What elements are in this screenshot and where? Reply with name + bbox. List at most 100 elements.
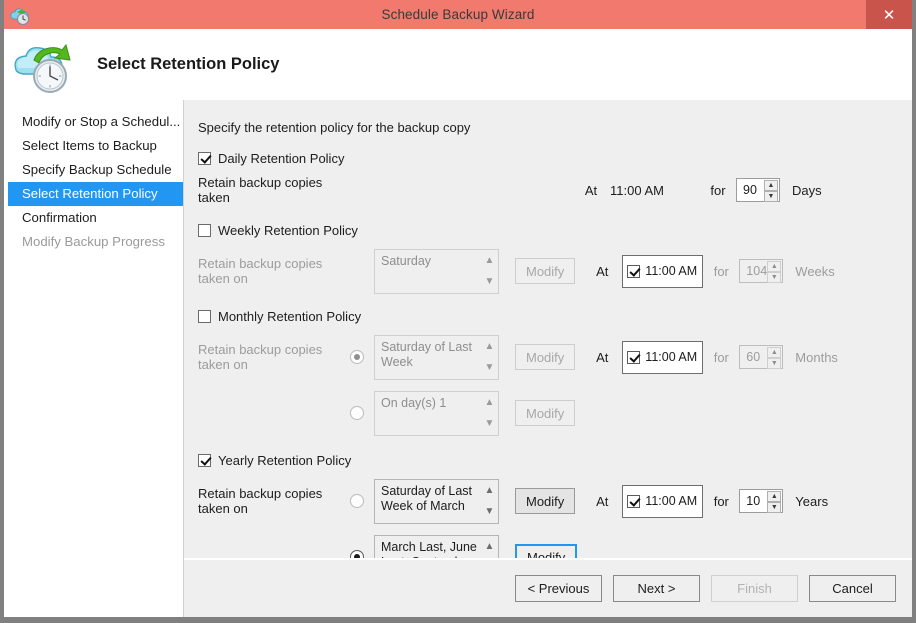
chevron-down-icon[interactable]: ▼ bbox=[485, 416, 495, 432]
yearly-unit-label: Years bbox=[795, 494, 828, 509]
form-instruction: Specify the retention policy for the bac… bbox=[198, 120, 898, 135]
monthly-retention-policy-label: Monthly Retention Policy bbox=[218, 309, 361, 324]
daily-duration-value: 90 bbox=[737, 183, 757, 197]
monthly-for-label: for bbox=[703, 350, 739, 365]
monthly-duration-value: 60 bbox=[740, 350, 760, 364]
monthly-retention-day-row: On day(s) 1 ▲ ▼ Modify bbox=[198, 387, 898, 439]
monthly-week-value: Saturday of Last Week bbox=[381, 340, 472, 370]
chevron-up-icon[interactable]: ▲ bbox=[485, 339, 495, 355]
weekly-duration-value: 104 bbox=[740, 264, 767, 278]
monthly-week-listbox[interactable]: Saturday of Last Week ▲ ▼ bbox=[374, 335, 499, 380]
yearly-duration-up-arrow[interactable]: ▲ bbox=[767, 491, 781, 502]
monthly-day-listbox[interactable]: On day(s) 1 ▲ ▼ bbox=[374, 391, 499, 436]
yearly-for-label: for bbox=[703, 494, 739, 509]
chevron-down-icon[interactable]: ▼ bbox=[485, 504, 495, 520]
page-header: Select Retention Policy bbox=[4, 29, 912, 100]
yearly-retention-policy-label: Yearly Retention Policy bbox=[218, 453, 351, 468]
page-title: Select Retention Policy bbox=[97, 55, 279, 74]
monthly-day-listbox-scrollbar[interactable]: ▲ ▼ bbox=[481, 392, 498, 435]
daily-time-value: 11:00 AM bbox=[604, 183, 700, 198]
monthly-week-radio[interactable] bbox=[350, 350, 364, 364]
daily-at-label: At bbox=[578, 183, 604, 198]
chevron-up-icon[interactable]: ▲ bbox=[485, 253, 495, 269]
close-button[interactable]: ✕ bbox=[866, 0, 912, 29]
monthly-day-value: On day(s) 1 bbox=[381, 396, 446, 410]
chevron-down-icon[interactable]: ▼ bbox=[485, 360, 495, 376]
yearly-week-listbox-scrollbar[interactable]: ▲ ▼ bbox=[481, 480, 498, 523]
weekly-day-listbox[interactable]: Saturday ▲ ▼ bbox=[374, 249, 499, 294]
yearly-week-listbox[interactable]: Saturday of Last Week of March ▲ ▼ bbox=[374, 479, 499, 524]
monthly-week-modify-button: Modify bbox=[515, 344, 575, 370]
monthly-time-checkbox[interactable] bbox=[627, 351, 640, 364]
chevron-up-icon[interactable]: ▲ bbox=[485, 539, 495, 555]
daily-duration-down-arrow[interactable]: ▼ bbox=[764, 191, 778, 202]
weekly-time-checkbox[interactable] bbox=[627, 265, 640, 278]
monthly-duration-arrows[interactable]: ▲ ▼ bbox=[767, 347, 781, 367]
weekly-listbox-scrollbar[interactable]: ▲ ▼ bbox=[481, 250, 498, 293]
previous-button[interactable]: < Previous bbox=[515, 575, 602, 602]
sidebar-item-modify-or-stop[interactable]: Modify or Stop a Schedul... bbox=[8, 110, 183, 134]
daily-duration-stepper[interactable]: 90 ▲ ▼ bbox=[736, 178, 780, 202]
weekly-duration-arrows[interactable]: ▲ ▼ bbox=[767, 261, 781, 281]
monthly-week-listbox-scrollbar[interactable]: ▲ ▼ bbox=[481, 336, 498, 379]
sidebar-item-specify-schedule[interactable]: Specify Backup Schedule bbox=[8, 158, 183, 182]
sidebar-item-modify-backup-progress: Modify Backup Progress bbox=[8, 230, 183, 254]
content-panel: Specify the retention policy for the bac… bbox=[183, 100, 912, 617]
yearly-duration-down-arrow[interactable]: ▼ bbox=[767, 502, 781, 513]
retention-policy-form: Specify the retention policy for the bac… bbox=[184, 100, 912, 558]
chevron-up-icon[interactable]: ▲ bbox=[485, 483, 495, 499]
yearly-time-value: 11:00 AM bbox=[645, 494, 697, 508]
yearly-week-radio[interactable] bbox=[350, 494, 364, 508]
daily-duration-up-arrow[interactable]: ▲ bbox=[764, 180, 778, 191]
sidebar-item-select-items[interactable]: Select Items to Backup bbox=[8, 134, 183, 158]
weekly-duration-stepper[interactable]: 104 ▲ ▼ bbox=[739, 259, 783, 283]
daily-unit-label: Days bbox=[792, 183, 822, 198]
weekly-duration-up-arrow[interactable]: ▲ bbox=[767, 261, 781, 272]
next-button[interactable]: Next > bbox=[613, 575, 700, 602]
yearly-week-modify-button[interactable]: Modify bbox=[515, 488, 575, 514]
sidebar-item-confirmation[interactable]: Confirmation bbox=[8, 206, 183, 230]
monthly-duration-down-arrow[interactable]: ▼ bbox=[767, 358, 781, 369]
weekly-at-label: At bbox=[589, 264, 615, 279]
monthly-time-value: 11:00 AM bbox=[645, 350, 697, 364]
weekly-retention-policy-header[interactable]: Weekly Retention Policy bbox=[198, 221, 898, 239]
weekly-duration-down-arrow[interactable]: ▼ bbox=[767, 272, 781, 283]
chevron-up-icon[interactable]: ▲ bbox=[485, 395, 495, 411]
yearly-retention-policy-checkbox[interactable] bbox=[198, 454, 211, 467]
yearly-retention-policy-header[interactable]: Yearly Retention Policy bbox=[198, 451, 898, 469]
weekly-retention-policy-checkbox[interactable] bbox=[198, 224, 211, 237]
monthly-retention-policy-header[interactable]: Monthly Retention Policy bbox=[198, 307, 898, 325]
finish-button: Finish bbox=[711, 575, 798, 602]
cancel-button[interactable]: Cancel bbox=[809, 575, 896, 602]
cloud-clock-icon bbox=[10, 36, 76, 94]
monthly-duration-stepper[interactable]: 60 ▲ ▼ bbox=[739, 345, 783, 369]
yearly-duration-stepper[interactable]: 10 ▲ ▼ bbox=[739, 489, 783, 513]
yearly-retain-label: Retain backup copies taken on bbox=[198, 486, 346, 516]
weekly-retention-policy-label: Weekly Retention Policy bbox=[218, 223, 358, 238]
monthly-at-label: At bbox=[589, 350, 615, 365]
daily-duration-arrows[interactable]: ▲ ▼ bbox=[764, 180, 778, 200]
yearly-duration-value: 10 bbox=[740, 494, 760, 508]
yearly-week-value: Saturday of Last Week of March bbox=[381, 484, 472, 514]
daily-retention-policy-checkbox[interactable] bbox=[198, 152, 211, 165]
wizard-body: Modify or Stop a Schedul... Select Items… bbox=[4, 100, 912, 617]
wizard-footer: < Previous Next > Finish Cancel bbox=[184, 558, 912, 617]
sidebar-item-select-retention-policy[interactable]: Select Retention Policy bbox=[8, 182, 183, 206]
yearly-retention-week-row: Retain backup copies taken on Saturday o… bbox=[198, 475, 898, 527]
yearly-duration-arrows[interactable]: ▲ ▼ bbox=[767, 491, 781, 511]
weekly-time-value: 11:00 AM bbox=[645, 264, 697, 278]
wizard-window: Schedule Backup Wizard ✕ Select Retentio… bbox=[4, 0, 912, 617]
monthly-day-radio[interactable] bbox=[350, 406, 364, 420]
yearly-time-box[interactable]: 11:00 AM bbox=[622, 485, 703, 518]
yearly-at-label: At bbox=[589, 494, 615, 509]
monthly-unit-label: Months bbox=[795, 350, 838, 365]
monthly-retention-policy-checkbox[interactable] bbox=[198, 310, 211, 323]
monthly-duration-up-arrow[interactable]: ▲ bbox=[767, 347, 781, 358]
weekly-time-box[interactable]: 11:00 AM bbox=[622, 255, 703, 288]
monthly-day-modify-button: Modify bbox=[515, 400, 575, 426]
chevron-down-icon[interactable]: ▼ bbox=[485, 274, 495, 290]
daily-retention-policy-header[interactable]: Daily Retention Policy bbox=[198, 149, 898, 167]
yearly-time-checkbox[interactable] bbox=[627, 495, 640, 508]
title-bar: Schedule Backup Wizard ✕ bbox=[4, 0, 912, 29]
monthly-time-box[interactable]: 11:00 AM bbox=[622, 341, 703, 374]
